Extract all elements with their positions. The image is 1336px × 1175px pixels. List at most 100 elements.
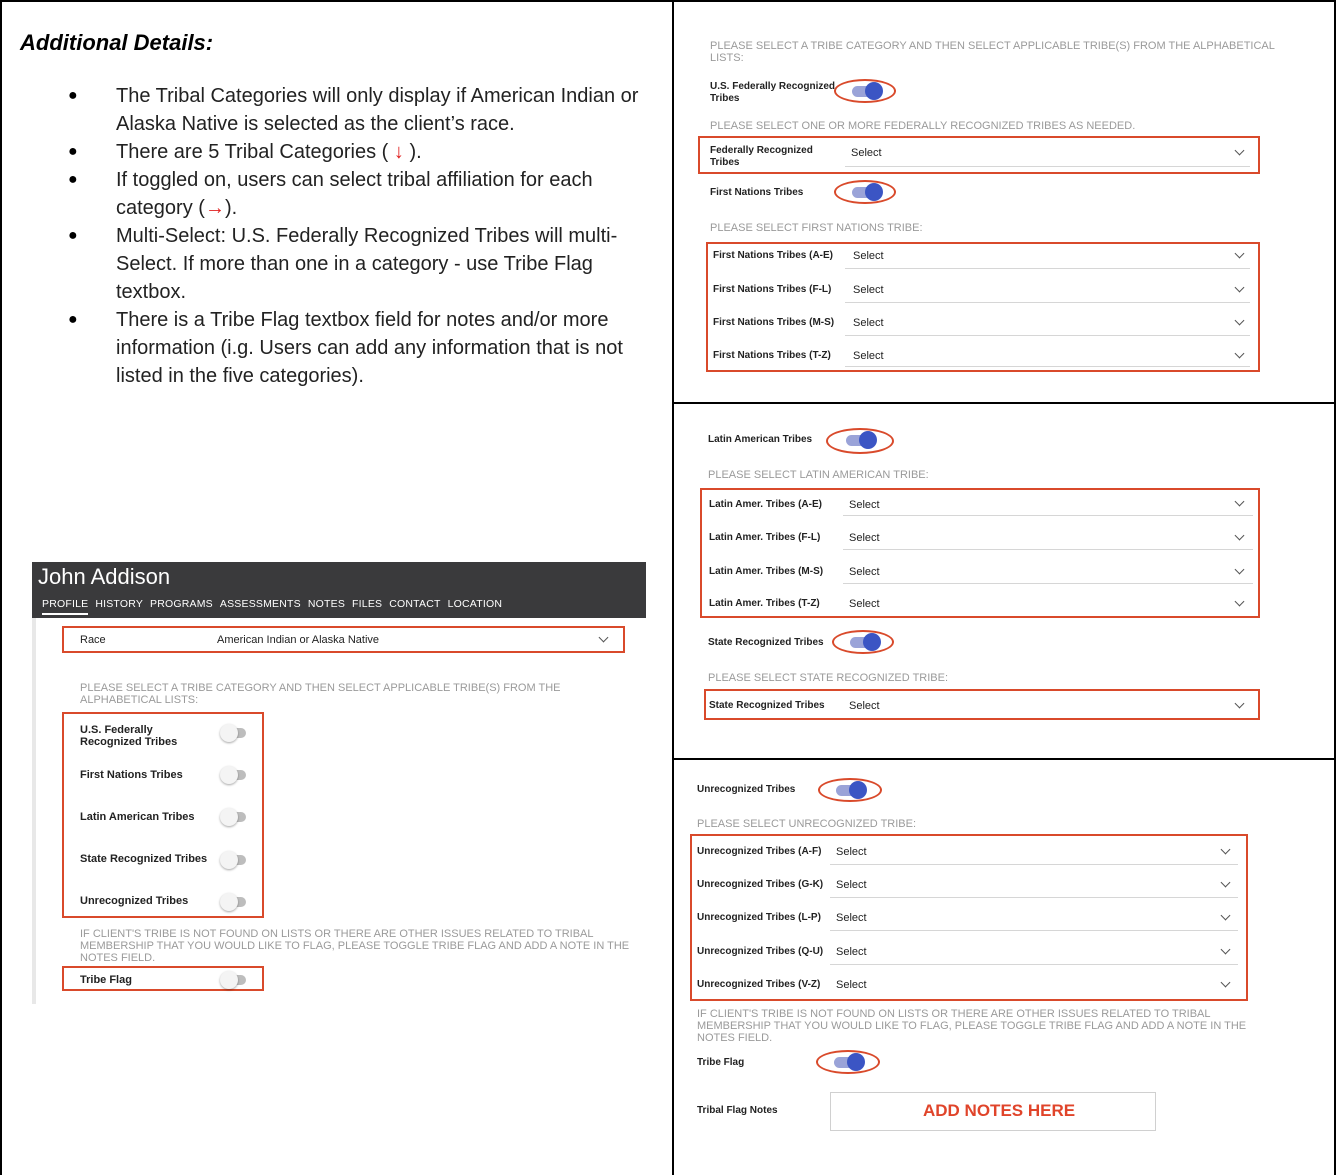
tab-notes[interactable]: NOTES: [308, 598, 345, 615]
category-label: First Nations Tribes: [80, 769, 183, 781]
state-recognized-toggle[interactable]: [220, 851, 246, 869]
table-row-divider-1: [672, 402, 1336, 404]
select-dropdown[interactable]: Select: [849, 598, 880, 610]
toggle-knob: [859, 431, 877, 449]
bullet-item: If toggled on, users can select tribal a…: [68, 166, 668, 222]
table-border-left: [0, 0, 2, 1175]
latin-american-toggle[interactable]: [220, 808, 246, 826]
unrec-toggle-label: Unrecognized Tribes: [697, 784, 796, 795]
select-underline: [845, 166, 1250, 167]
unrec-hint: PLEASE SELECT UNRECOGNIZED TRIBE:: [697, 818, 917, 830]
first-nations-toggle[interactable]: [852, 183, 883, 201]
select-dropdown[interactable]: Select: [853, 350, 884, 362]
select-underline: [843, 549, 1253, 550]
category-label: Unrecognized Tribes: [80, 895, 189, 907]
select-dropdown[interactable]: Select: [836, 846, 867, 858]
profile-tabs: PROFILE HISTORY PROGRAMS ASSESSMENTS NOT…: [42, 598, 502, 615]
toggle-knob: [849, 781, 867, 799]
tribe-flag-label: Tribe Flag: [80, 974, 132, 986]
federal-toggle[interactable]: [220, 724, 246, 742]
federal-select-label: Federally Recognized Tribes: [710, 145, 813, 168]
select-label: State Recognized Tribes: [709, 700, 825, 711]
table-row-divider-2: [672, 758, 1336, 760]
latin-toggle-label: Latin American Tribes: [708, 434, 813, 445]
table-border-top: [0, 0, 1336, 2]
select-underline: [830, 897, 1238, 898]
tab-files[interactable]: FILES: [352, 598, 382, 615]
tribe-flag-label: Tribe Flag: [697, 1057, 745, 1068]
race-select[interactable]: American Indian or Alaska Native: [217, 634, 379, 646]
bullet-item: Multi-Select: U.S. Federally Recognized …: [68, 222, 668, 306]
select-underline: [845, 366, 1250, 367]
select-dropdown[interactable]: Select: [849, 499, 880, 511]
tribe-category-instruction: PLEASE SELECT A TRIBE CATEGORY AND THEN …: [80, 682, 561, 706]
toggle-knob: [220, 724, 238, 742]
select-label: Unrecognized Tribes (L-P): [697, 912, 821, 923]
federal-select[interactable]: Select: [851, 147, 882, 159]
select-underline: [845, 302, 1250, 303]
select-label: First Nations Tribes (F-L): [713, 284, 832, 295]
details-bullet-list: The Tribal Categories will only display …: [68, 82, 668, 390]
select-underline: [830, 864, 1238, 865]
tab-location[interactable]: LOCATION: [448, 598, 503, 615]
toggle-knob: [220, 893, 238, 911]
details-title: Additional Details:: [20, 30, 214, 55]
panel1-instruction: PLEASE SELECT A TRIBE CATEGORY AND THEN …: [710, 40, 1275, 64]
toggle-knob: [220, 766, 238, 784]
select-label: Unrecognized Tribes (Q-U): [697, 946, 824, 957]
select-label: Unrecognized Tribes (V-Z): [697, 979, 821, 990]
state-hint: PLEASE SELECT STATE RECOGNIZED TRIBE:: [708, 672, 949, 684]
select-label: First Nations Tribes (A-E): [713, 250, 834, 261]
tribe-flag-toggle[interactable]: [220, 971, 246, 989]
notes-placeholder: ADD NOTES HERE: [923, 1101, 1076, 1120]
select-dropdown[interactable]: Select: [849, 532, 880, 544]
tab-programs[interactable]: PROGRAMS: [150, 598, 213, 615]
select-dropdown[interactable]: Select: [853, 250, 884, 262]
bullet-item: There is a Tribe Flag textbox field for …: [68, 306, 668, 390]
unrecognized-toggle[interactable]: [836, 781, 867, 799]
tribe-flag-toggle[interactable]: [834, 1053, 865, 1071]
select-dropdown[interactable]: Select: [836, 946, 867, 958]
federal-hint: PLEASE SELECT ONE OR MORE FEDERALLY RECO…: [710, 120, 1136, 132]
table-column-divider: [672, 0, 674, 1175]
select-underline: [845, 268, 1250, 269]
latin-american-toggle[interactable]: [846, 431, 877, 449]
toggle-knob: [847, 1053, 865, 1071]
select-label: Unrecognized Tribes (G-K): [697, 879, 824, 890]
tab-history[interactable]: HISTORY: [95, 598, 143, 615]
select-label: Latin Amer. Tribes (T-Z): [709, 598, 820, 609]
select-dropdown[interactable]: Select: [849, 700, 880, 712]
toggle-knob: [220, 971, 238, 989]
select-label: Latin Amer. Tribes (M-S): [709, 566, 824, 577]
tab-assessments[interactable]: ASSESSMENTS: [220, 598, 301, 615]
select-dropdown[interactable]: Select: [853, 317, 884, 329]
select-label: Latin Amer. Tribes (F-L): [709, 532, 821, 543]
tab-profile[interactable]: PROFILE: [42, 598, 89, 615]
latin-hint: PLEASE SELECT LATIN AMERICAN TRIBE:: [708, 469, 929, 481]
bullet-item: The Tribal Categories will only display …: [68, 82, 668, 138]
select-label: Latin Amer. Tribes (A-E): [709, 499, 822, 510]
select-dropdown[interactable]: Select: [836, 879, 867, 891]
panel3-flag-instruction: IF CLIENT'S TRIBE IS NOT FOUND ON LISTS …: [697, 1008, 1247, 1044]
tab-contact[interactable]: CONTACT: [389, 598, 440, 615]
toggle-knob: [220, 851, 238, 869]
down-arrow-icon: ↓: [393, 141, 404, 163]
select-label: First Nations Tribes (T-Z): [713, 350, 831, 361]
state-toggle-label: State Recognized Tribes: [708, 637, 824, 648]
select-underline: [830, 930, 1238, 931]
select-dropdown[interactable]: Select: [849, 566, 880, 578]
client-name: John Addison: [38, 564, 171, 589]
first-nations-toggle[interactable]: [220, 766, 246, 784]
first-toggle-label: First Nations Tribes: [710, 187, 804, 198]
federal-toggle-label: U.S. Federally Recognized Tribes: [710, 81, 836, 104]
unrecognized-toggle[interactable]: [220, 893, 246, 911]
select-dropdown[interactable]: Select: [853, 284, 884, 296]
select-dropdown[interactable]: Select: [836, 979, 867, 991]
state-recognized-toggle[interactable]: [850, 633, 881, 651]
select-dropdown[interactable]: Select: [836, 912, 867, 924]
tribe-flag-instruction: IF CLIENT'S TRIBE IS NOT FOUND ON LISTS …: [80, 928, 630, 964]
select-underline: [830, 964, 1238, 965]
select-underline: [843, 515, 1253, 516]
toggle-knob: [865, 82, 883, 100]
federal-toggle[interactable]: [852, 82, 883, 100]
